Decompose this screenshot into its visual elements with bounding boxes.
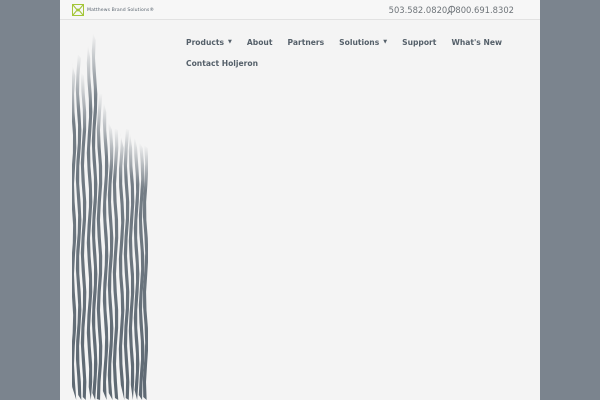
hero-stroke (133, 138, 140, 400)
nav-item-products[interactable]: Products ▼ (186, 38, 232, 47)
nav-item-label: Support (402, 37, 437, 47)
caret-down-icon: ▼ (383, 39, 388, 45)
nav-item-label: Contact Holjeron (186, 58, 259, 68)
search-icon[interactable] (446, 5, 456, 15)
nav-item-support[interactable]: Support (402, 38, 436, 47)
nav-item-label: Partners (287, 37, 325, 47)
hero-stroke (118, 133, 125, 400)
nav-item-partners[interactable]: Partners (287, 38, 324, 47)
hero-stroke (107, 123, 114, 400)
logo-text: Matthews Brand Solutions® (87, 7, 155, 13)
hero-stroke (91, 33, 98, 400)
nav-item-label: About (246, 37, 273, 47)
hero-stroke (128, 133, 135, 400)
nav-item-solutions[interactable]: Solutions ▼ (339, 38, 387, 47)
main-nav: Products ▼ About Partners Solutions ▼ Su… (186, 32, 502, 73)
top-bar: Matthews Brand Solutions® 503.582.0820 |… (60, 0, 540, 20)
page-content: Matthews Brand Solutions® 503.582.0820 |… (60, 0, 540, 400)
nav-item-whats-new[interactable]: What's New (451, 38, 502, 47)
nav-item-label: Solutions (339, 37, 380, 47)
nav-item-label: What's New (451, 37, 502, 47)
caret-down-icon: ▼ (228, 39, 232, 45)
hero-stroke (112, 128, 119, 400)
nav-item-label: Products (186, 37, 225, 47)
nav-row: Products ▼ About Partners Solutions ▼ Su… (186, 32, 502, 52)
hero-stroke (80, 73, 87, 400)
nav-row: Contact Holjeron (186, 53, 486, 73)
nav-item-about[interactable]: About (247, 38, 273, 47)
nav-item-contact-holjeron[interactable]: Contact Holjeron (186, 59, 258, 68)
hero-stroke (75, 53, 82, 400)
hero-stroke (102, 103, 109, 400)
hero-image (72, 33, 148, 400)
hero-stroke (86, 45, 93, 400)
hero-stroke (123, 128, 130, 400)
hero-stroke (96, 93, 103, 400)
brand-logo[interactable]: Matthews Brand Solutions® (72, 4, 154, 16)
logo-mark-icon (72, 4, 84, 16)
hero-stroke (138, 143, 145, 400)
hero-stroke (72, 63, 77, 400)
